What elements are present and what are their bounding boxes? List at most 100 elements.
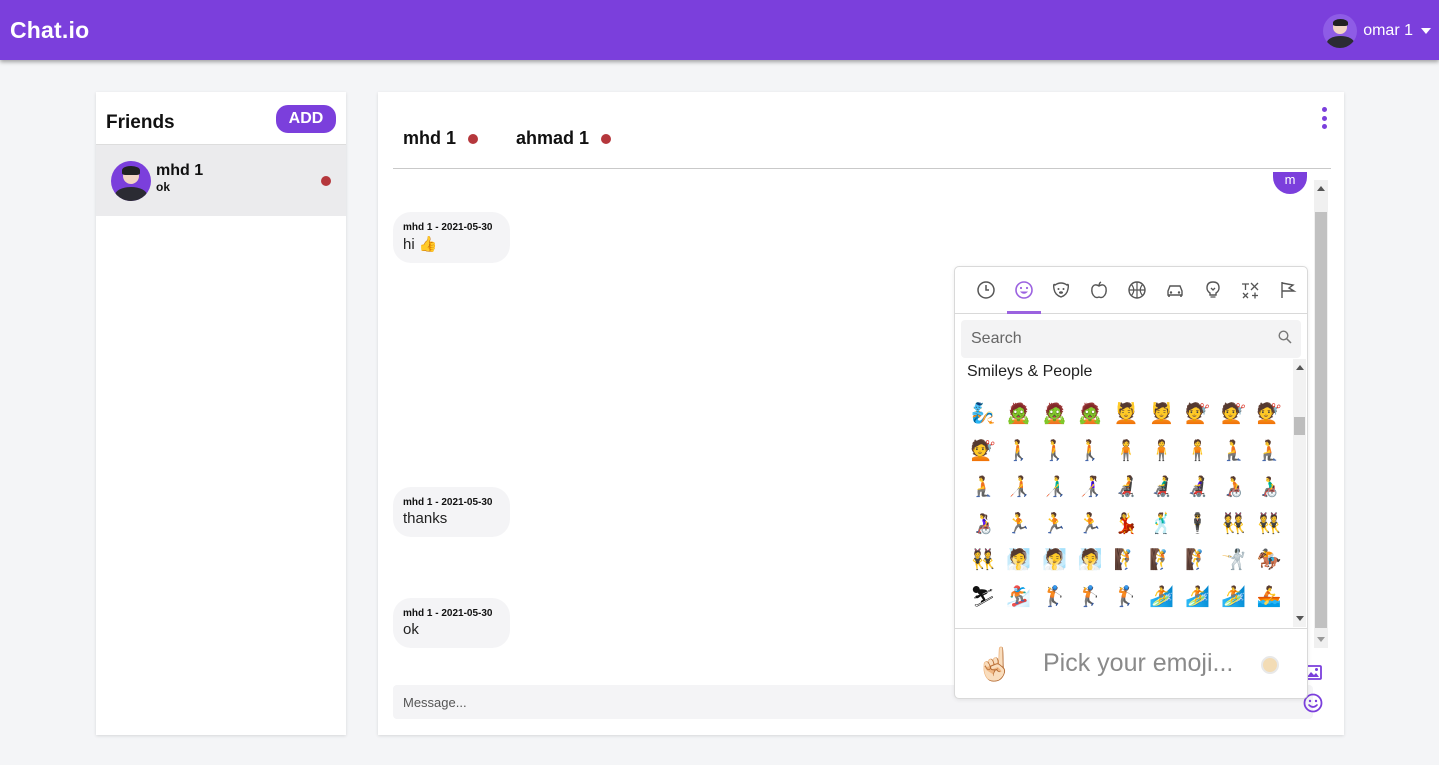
emoji-cell[interactable]: 🧖: [1001, 541, 1037, 578]
emoji-cell[interactable]: 🧑‍🦯: [1001, 468, 1037, 505]
category-symbols-icon[interactable]: [1231, 267, 1269, 314]
emoji-cell[interactable]: 👨‍🦽: [1251, 468, 1287, 505]
emoji-cell[interactable]: 🧖: [1072, 541, 1108, 578]
emoji-cell[interactable]: 💆: [1144, 395, 1180, 432]
chat-participants: mhd 1 ahmad 1: [403, 128, 649, 149]
emoji-cell[interactable]: 👯: [965, 541, 1001, 578]
own-avatar: m: [1273, 172, 1307, 194]
emoji-cell[interactable]: 🧖: [1037, 541, 1073, 578]
scroll-up-arrow-icon[interactable]: [1317, 186, 1325, 191]
scroll-down-arrow-icon[interactable]: [1296, 616, 1304, 621]
emoji-cell[interactable]: 🧞: [965, 395, 1001, 432]
category-travel-icon[interactable]: [1156, 267, 1194, 314]
emoji-scroll-area[interactable]: 🧞 🧟 🧟 🧟 💆 💆 💇 💇 💇 💇 🚶 🚶 🚶 🧍 🧍 🧍 🧎 🧎 🧎 🧑‍🦯 👨‍🦯 👩‍🦯 🧑‍🦼 👨‍🦼 👩‍🦼 🧑‍🦽…: [955, 359, 1307, 627]
emoji-cell[interactable]: 👨‍🦯: [1037, 468, 1073, 505]
emoji-cell[interactable]: 🧍: [1108, 432, 1144, 469]
emoji-cell[interactable]: 🏄: [1216, 578, 1252, 615]
emoji-cell[interactable]: 🏌: [1108, 578, 1144, 615]
emoji-cell[interactable]: 🚶: [1001, 432, 1037, 469]
top-bar: Chat.io omar 1: [0, 0, 1439, 60]
emoji-cell[interactable]: 🕴: [1180, 505, 1216, 542]
emoji-cell[interactable]: 🧎: [965, 468, 1001, 505]
user-menu[interactable]: omar 1: [1323, 14, 1431, 48]
emoji-cell[interactable]: 💃: [1108, 505, 1144, 542]
preview-text: Pick your emoji...: [1043, 649, 1234, 677]
emoji-cell[interactable]: 🧍: [1180, 432, 1216, 469]
emoji-cell[interactable]: 🏃: [1001, 505, 1037, 542]
emoji-grid: 🧞 🧟 🧟 🧟 💆 💆 💇 💇 💇 💇 🚶 🚶 🚶 🧍 🧍 🧍 🧎 🧎 🧎 🧑‍🦯 👨‍🦯 👩‍🦯 🧑‍🦼 👨‍🦼 👩‍🦼 🧑‍🦽…: [965, 395, 1287, 614]
more-options-icon[interactable]: [1322, 107, 1328, 129]
emoji-cell[interactable]: 🏄: [1180, 578, 1216, 615]
emoji-cell[interactable]: 👩‍🦯: [1072, 468, 1108, 505]
category-food-icon[interactable]: [1080, 267, 1118, 314]
emoji-cell[interactable]: 🧗: [1180, 541, 1216, 578]
add-friend-button[interactable]: ADD: [276, 105, 336, 133]
emoji-category-label: Smileys & People: [967, 363, 1093, 381]
emoji-cell[interactable]: 👩‍🦽: [965, 505, 1001, 542]
emoji-cell[interactable]: 💇: [965, 432, 1001, 469]
emoji-cell[interactable]: 🏌: [1072, 578, 1108, 615]
emoji-cell[interactable]: 🏃: [1072, 505, 1108, 542]
scroll-thumb[interactable]: [1294, 417, 1305, 435]
category-smileys-icon[interactable]: [1005, 267, 1043, 314]
emoji-cell[interactable]: 🚣: [1251, 578, 1287, 615]
emoji-scrollbar[interactable]: [1293, 359, 1306, 627]
emoji-cell[interactable]: 👯: [1251, 505, 1287, 542]
emoji-cell[interactable]: 👨‍🦼: [1144, 468, 1180, 505]
category-activity-icon[interactable]: [1118, 267, 1156, 314]
emoji-cell[interactable]: ⛷: [965, 578, 1001, 615]
category-objects-icon[interactable]: [1194, 267, 1232, 314]
participant-name: ahmad 1: [516, 128, 590, 148]
scroll-thumb[interactable]: [1315, 212, 1327, 628]
skin-tone-selector[interactable]: [1261, 656, 1279, 674]
emoji-cell[interactable]: 🧍: [1144, 432, 1180, 469]
divider: [393, 168, 1331, 169]
emoji-cell[interactable]: 🚶: [1037, 432, 1073, 469]
category-animals-icon[interactable]: [1043, 267, 1081, 314]
participant: ahmad 1: [516, 128, 612, 149]
message-scrollbar[interactable]: [1314, 180, 1328, 648]
emoji-cell[interactable]: 🧟: [1037, 395, 1073, 432]
emoji-cell[interactable]: 🧎: [1251, 432, 1287, 469]
participant: mhd 1: [403, 128, 479, 149]
emoji-cell[interactable]: 🏂: [1001, 578, 1037, 615]
emoji-cell[interactable]: 🧑‍🦼: [1108, 468, 1144, 505]
scroll-up-arrow-icon[interactable]: [1296, 365, 1304, 370]
emoji-cell[interactable]: 🧗: [1144, 541, 1180, 578]
emoji-cell[interactable]: 🧟: [1072, 395, 1108, 432]
emoji-cell[interactable]: 💆: [1108, 395, 1144, 432]
friends-panel: Friends ADD mhd 1 ok: [96, 92, 346, 735]
friends-title: Friends: [106, 112, 175, 133]
message-text: hi 👍: [403, 236, 438, 253]
emoji-cell[interactable]: 🏌: [1037, 578, 1073, 615]
emoji-cell[interactable]: 🏇: [1251, 541, 1287, 578]
emoji-cell[interactable]: 🏃: [1037, 505, 1073, 542]
category-flags-icon[interactable]: [1269, 267, 1307, 314]
emoji-cell[interactable]: 🤺: [1216, 541, 1252, 578]
emoji-cell[interactable]: 🏄: [1144, 578, 1180, 615]
emoji-cell[interactable]: 💇: [1180, 395, 1216, 432]
emoji-cell[interactable]: 🧎: [1216, 432, 1252, 469]
user-avatar: [1323, 14, 1358, 48]
scroll-down-arrow-icon[interactable]: [1317, 637, 1325, 642]
category-recent-icon[interactable]: [967, 267, 1005, 314]
friend-item[interactable]: mhd 1 ok: [96, 145, 346, 216]
message-bubble: mhd 1 - 2021-05-30 thanks: [393, 487, 510, 537]
emoji-cell[interactable]: 🧗: [1108, 541, 1144, 578]
emoji-cell[interactable]: 👩‍🦼: [1180, 468, 1216, 505]
friends-header: Friends ADD: [96, 92, 346, 145]
friend-avatar: [111, 160, 151, 201]
search-icon: [1278, 330, 1292, 344]
emoji-cell[interactable]: 👯: [1216, 505, 1252, 542]
emoji-cell[interactable]: 💇: [1251, 395, 1287, 432]
emoji-cell[interactable]: 🚶: [1072, 432, 1108, 469]
emoji-cell[interactable]: 🕺: [1144, 505, 1180, 542]
brand-logo[interactable]: Chat.io: [10, 17, 89, 44]
message-meta: mhd 1 - 2021-05-30: [403, 497, 493, 508]
user-name: omar 1: [1363, 22, 1413, 39]
emoji-cell[interactable]: 🧑‍🦽: [1216, 468, 1252, 505]
emoji-search-input[interactable]: [961, 320, 1301, 358]
participant-name: mhd 1: [403, 128, 457, 148]
emoji-cell[interactable]: 🧟: [1001, 395, 1037, 432]
emoji-cell[interactable]: 💇: [1216, 395, 1252, 432]
